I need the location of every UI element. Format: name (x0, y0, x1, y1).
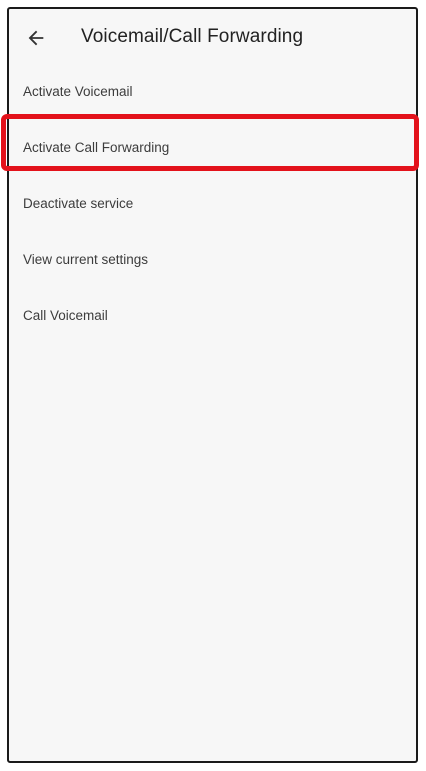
menu-item-label: Call Voicemail (23, 307, 108, 323)
menu-item-label: Activate Call Forwarding (23, 139, 170, 155)
phone-screen: Voicemail/Call Forwarding Activate Voice… (7, 7, 418, 763)
app-bar: Voicemail/Call Forwarding (9, 9, 416, 67)
menu-item-view-current-settings[interactable]: View current settings (9, 234, 416, 284)
menu-item-activate-call-forwarding[interactable]: Activate Call Forwarding (9, 122, 416, 172)
page-title: Voicemail/Call Forwarding (81, 26, 304, 47)
menu-item-deactivate-service[interactable]: Deactivate service (9, 178, 416, 228)
menu-item-activate-voicemail[interactable]: Activate Voicemail (9, 66, 416, 116)
menu-item-label: Deactivate service (23, 195, 134, 211)
arrow-left-icon[interactable] (25, 27, 47, 49)
menu-item-call-voicemail[interactable]: Call Voicemail (9, 290, 416, 340)
menu-item-label: View current settings (23, 251, 149, 267)
menu-item-label: Activate Voicemail (23, 83, 133, 99)
